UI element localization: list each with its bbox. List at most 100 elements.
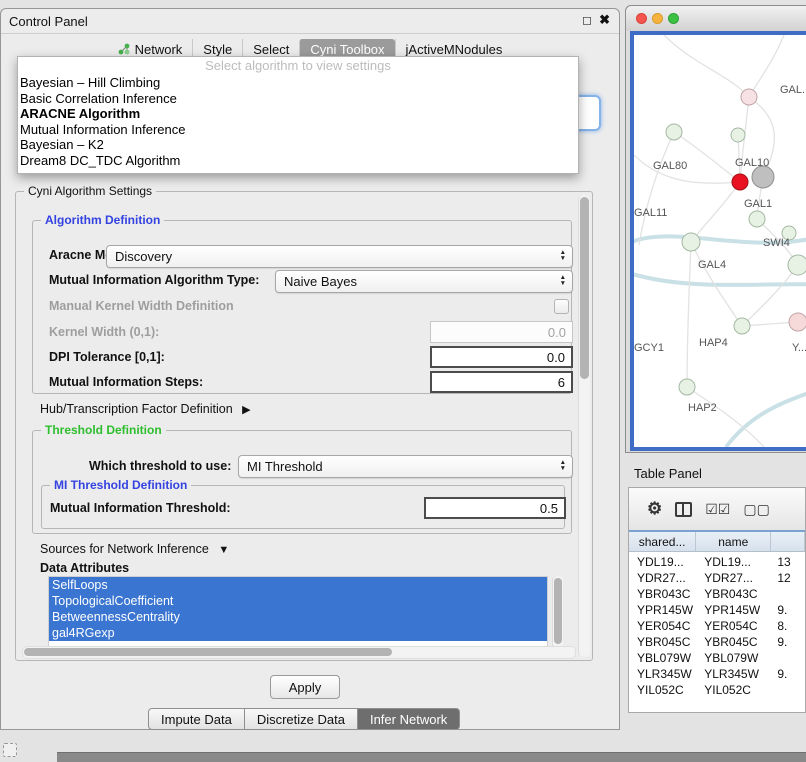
table-cell: 8. <box>771 619 805 633</box>
sources-disclosure[interactable]: Sources for Network Inference ▼ <box>40 542 229 556</box>
float-window-icon[interactable]: ◻ <box>582 13 592 27</box>
network-node[interactable] <box>682 233 700 251</box>
mi-threshold-input[interactable]: 0.5 <box>424 497 566 519</box>
cyni-mode-tabs: Impute Data Discretize Data Infer Networ… <box>148 708 460 730</box>
network-node[interactable] <box>752 166 774 188</box>
which-threshold-select[interactable]: MI Threshold ▲▼ <box>238 455 573 478</box>
table-row[interactable]: YBR043CYBR043C <box>629 586 805 602</box>
kernel-width-value: 0.0 <box>548 325 566 340</box>
aracne-mode-select[interactable]: Discovery ▲▼ <box>106 245 573 268</box>
data-attribute-item[interactable]: gal4RGexp <box>49 625 547 641</box>
table-cell: YBL079W <box>629 651 696 665</box>
table-row[interactable]: YDR27...YDR27...12 <box>629 570 805 586</box>
table-cell: YLR345W <box>629 667 696 681</box>
data-attribute-item[interactable]: TopologicalCoefficient <box>49 593 547 609</box>
kernel-width-input[interactable]: 0.0 <box>430 321 573 343</box>
table-toolbar: ⚙ ☑☑ ▢▢ <box>629 488 805 531</box>
table-cell: 13 <box>771 555 805 569</box>
network-node[interactable] <box>788 255 806 275</box>
table-cell: YER054C <box>629 619 696 633</box>
table-cell: YDR27... <box>696 571 771 585</box>
clear-checks-icon[interactable]: ▢▢ <box>743 501 769 518</box>
network-node[interactable] <box>731 128 745 142</box>
table-row[interactable]: YIL052CYIL052C <box>629 682 805 698</box>
select-all-checks-icon[interactable]: ☑☑ <box>705 501 730 518</box>
combo-arrows-icon: ▲▼ <box>560 275 566 287</box>
mi-steps-label: Mutual Information Steps: <box>49 375 203 389</box>
network-node-label: GAL11 <box>634 207 667 219</box>
close-traffic-light[interactable] <box>636 13 647 24</box>
network-tab-icon <box>118 43 130 55</box>
table-header-row: shared...name <box>629 530 805 552</box>
which-threshold-label: Which threshold to use: <box>89 459 231 473</box>
mi-steps-input[interactable]: 6 <box>430 371 573 393</box>
settings-horizontal-thumb[interactable] <box>24 648 392 656</box>
table-row[interactable]: YBR045CYBR045C9. <box>629 634 805 650</box>
algorithm-option[interactable]: Bayesian – K2 <box>18 137 578 153</box>
network-canvas[interactable]: GAL...GAL80GAL10GAL11GAL1SWI4GAL4GCY1HAP… <box>630 31 806 451</box>
grid-corner-icon[interactable] <box>3 743 17 757</box>
table-row[interactable]: YDL19...YDL19...13 <box>629 554 805 570</box>
which-threshold-value: MI Threshold <box>247 459 323 474</box>
mi-threshold-value: 0.5 <box>540 501 558 516</box>
attributes-scrollbar-thumb[interactable] <box>554 578 562 644</box>
network-node[interactable] <box>741 89 757 105</box>
table-cell: 9. <box>771 635 805 649</box>
table-column-header[interactable]: name <box>696 532 771 551</box>
data-attribute-item[interactable]: BetweennessCentrality <box>49 609 547 625</box>
hub-definition-disclosure[interactable]: Hub/Transcription Factor Definition ▶ <box>40 402 251 416</box>
network-node[interactable] <box>666 124 682 140</box>
network-node[interactable] <box>789 313 806 331</box>
algorithm-option[interactable]: Mutual Information Inference <box>18 122 578 138</box>
control-panel-title: Control Panel <box>9 14 88 29</box>
settings-scrollbar[interactable] <box>578 195 590 657</box>
network-node[interactable] <box>749 211 765 227</box>
attributes-list-scrollbar[interactable] <box>552 576 563 650</box>
tab-infer-network[interactable]: Infer Network <box>358 708 460 730</box>
algorithm-option[interactable]: Dream8 DC_TDC Algorithm <box>18 153 578 169</box>
table-panel-title: Table Panel <box>634 466 702 481</box>
close-window-icon[interactable]: ✖ <box>599 12 610 28</box>
apply-button[interactable]: Apply <box>270 675 340 699</box>
table-row[interactable]: YER054CYER054C8. <box>629 618 805 634</box>
data-attributes-list: SelfLoopsTopologicalCoefficientBetweenne… <box>48 576 548 650</box>
network-node[interactable] <box>679 379 695 395</box>
bottom-toolbar-strip <box>57 752 806 762</box>
network-node-label: GAL1 <box>744 198 772 210</box>
gear-icon[interactable]: ⚙ <box>647 499 662 519</box>
table-column-header[interactable] <box>771 532 805 551</box>
combo-arrows-icon: ▲▼ <box>560 250 566 262</box>
dpi-tolerance-input[interactable]: 0.0 <box>430 346 573 368</box>
algorithm-option[interactable]: ARACNE Algorithm <box>18 106 578 122</box>
zoom-traffic-light[interactable] <box>668 13 679 24</box>
minimize-traffic-light[interactable] <box>652 13 663 24</box>
network-graph: GAL...GAL80GAL10GAL11GAL1SWI4GAL4GCY1HAP… <box>634 35 806 447</box>
table-row[interactable]: YBL079WYBL079W <box>629 650 805 666</box>
dpi-tolerance-label: DPI Tolerance [0,1]: <box>49 350 165 364</box>
table-row[interactable]: YLR345WYLR345W9. <box>629 666 805 682</box>
columns-icon[interactable] <box>675 502 692 517</box>
data-attributes-label: Data Attributes <box>40 561 129 575</box>
mi-algorithm-type-select[interactable]: Naive Bayes ▲▼ <box>275 270 573 293</box>
table-cell: YPR145W <box>629 603 696 617</box>
manual-kernel-width-checkbox[interactable] <box>554 299 569 314</box>
tab-impute-data[interactable]: Impute Data <box>148 708 245 730</box>
algorithm-dropdown-placeholder: Select algorithm to view settings <box>18 57 578 75</box>
control-panel-titlebar: Control Panel ◻ ✖ <box>1 9 619 34</box>
tab-discretize-data[interactable]: Discretize Data <box>245 708 358 730</box>
algorithm-dropdown-list: Select algorithm to view settings Bayesi… <box>17 56 579 174</box>
network-node-label: SWI4 <box>763 237 790 249</box>
algorithm-option[interactable]: Basic Correlation Inference <box>18 91 578 107</box>
network-node[interactable] <box>732 174 748 190</box>
data-attribute-item[interactable]: SelfLoops <box>49 577 547 593</box>
algorithm-option[interactable]: Bayesian – Hill Climbing <box>18 75 578 91</box>
network-node[interactable] <box>734 318 750 334</box>
table-cell: YBR043C <box>629 587 696 601</box>
settings-horizontal-scrollbar[interactable] <box>22 646 576 659</box>
table-row[interactable]: YPR145WYPR145W9. <box>629 602 805 618</box>
chevron-right-icon: ▶ <box>242 404 250 416</box>
algorithm-definition-group: Algorithm Definition Aracne Mode: Discov… <box>32 220 572 394</box>
settings-scrollbar-thumb[interactable] <box>580 197 589 379</box>
table-column-header[interactable]: shared... <box>629 532 696 551</box>
table-cell: YBR045C <box>696 635 771 649</box>
